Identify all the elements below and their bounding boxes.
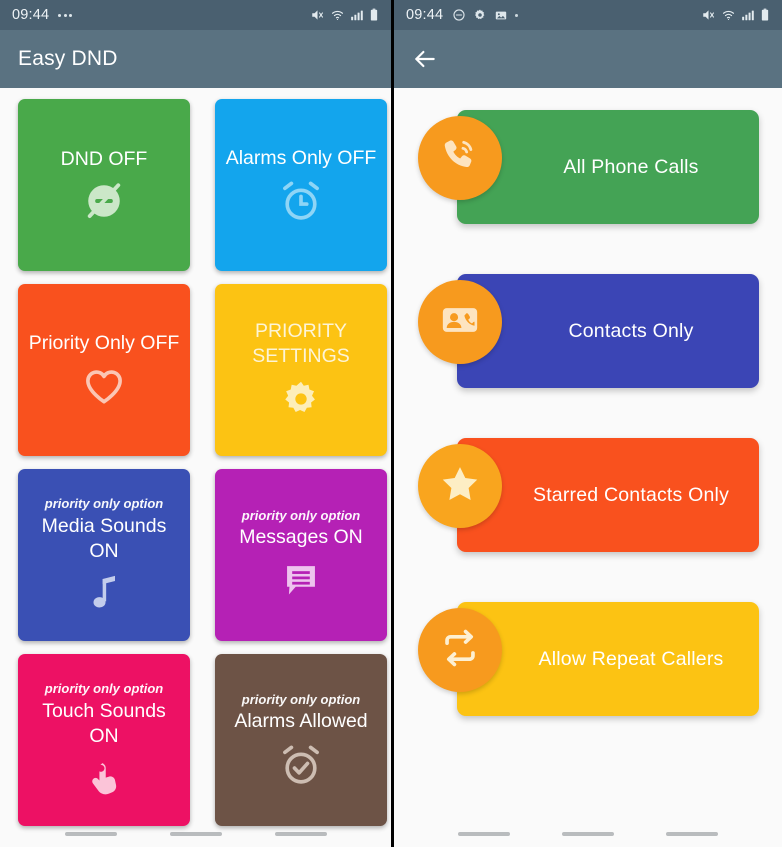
dual-screenshot-container: 09:44 Easy DND DND OFF Alarms Only OFF P… [0, 0, 782, 847]
card-allow-repeat-callers[interactable]: Allow Repeat Callers [394, 594, 782, 724]
wifi-icon [330, 8, 345, 22]
tile-sublabel: priority only option [44, 681, 164, 697]
music-note-icon [84, 572, 124, 614]
card-bar[interactable]: Contacts Only [457, 274, 759, 388]
card-all-phone-calls[interactable]: All Phone Calls [394, 102, 782, 232]
card-label: Starred Contacts Only [532, 483, 730, 506]
left-status-bar-icons [310, 8, 379, 22]
card-label: Contacts Only [568, 319, 694, 342]
mute-icon [701, 8, 716, 22]
page-title: Easy DND [18, 47, 118, 70]
card-bar[interactable]: All Phone Calls [457, 110, 759, 224]
dnd-tile-grid: DND OFF Alarms Only OFF Priority Only OF… [0, 88, 391, 826]
tile-sublabel: priority only option [241, 691, 361, 707]
right-status-bar-icons [701, 8, 770, 22]
tile-label: DND OFF [60, 147, 148, 170]
card-icon-badge [418, 608, 502, 692]
signal-bars-icon [741, 8, 755, 22]
tile-label: PRIORITY SETTINGS [252, 320, 350, 367]
left-status-bar: 09:44 [0, 0, 391, 30]
battery-icon [760, 8, 770, 22]
tile-alarms-allowed[interactable]: priority only option Alarms Allowed [215, 654, 387, 826]
tile-touch-sounds[interactable]: priority only option Touch Sounds ON [18, 654, 190, 826]
nav-recents-pill[interactable] [64, 832, 117, 836]
card-icon-badge [418, 116, 502, 200]
tile-priority-settings[interactable]: PRIORITY SETTINGS [215, 284, 387, 456]
status-bar-time: 09:44 [406, 7, 444, 23]
nav-back-pill[interactable] [666, 832, 718, 836]
alarm-clock-icon [278, 178, 324, 224]
phone-call-icon [439, 135, 481, 182]
left-screen: 09:44 Easy DND DND OFF Alarms Only OFF P… [0, 0, 391, 847]
card-contacts-only[interactable]: Contacts Only [394, 266, 782, 396]
back-arrow-icon[interactable] [412, 46, 438, 72]
nav-back-pill[interactable] [274, 832, 327, 836]
dnd-off-icon [82, 179, 126, 223]
wifi-icon [721, 8, 736, 22]
tile-sublabel: priority only option [44, 496, 164, 512]
right-nav-bar [394, 821, 782, 847]
tile-media-sounds[interactable]: priority only option Media Sounds ON [18, 469, 190, 641]
tile-dnd-off[interactable]: DND OFF [18, 99, 190, 271]
repeat-icon [439, 627, 481, 674]
tile-priority-only-off[interactable]: Priority Only OFF [18, 284, 190, 456]
tile-label: Messages ON [239, 526, 363, 549]
nav-home-pill[interactable] [562, 832, 614, 836]
card-bar[interactable]: Starred Contacts Only [457, 438, 759, 552]
card-icon-badge [418, 280, 502, 364]
tile-label: Alarms Only OFF [225, 146, 377, 169]
image-icon [494, 9, 508, 22]
card-bar[interactable]: Allow Repeat Callers [457, 602, 759, 716]
tile-messages[interactable]: priority only option Messages ON [215, 469, 387, 641]
gear-icon [279, 377, 323, 421]
tile-sublabel: priority only option [241, 507, 361, 523]
dnd-minus-circle-icon [452, 8, 466, 22]
more-dots-icon [58, 13, 73, 17]
card-label: Allow Repeat Callers [538, 647, 724, 670]
heart-icon [81, 363, 127, 409]
alarm-check-icon [278, 742, 324, 788]
right-app-bar [394, 30, 782, 88]
nav-recents-pill[interactable] [458, 832, 510, 836]
status-bar-time: 09:44 [12, 7, 50, 23]
touch-hand-icon [85, 757, 123, 799]
tile-label: Priority Only OFF [28, 331, 180, 354]
message-bubble-icon [279, 558, 323, 602]
tile-alarms-only-off[interactable]: Alarms Only OFF [215, 99, 387, 271]
left-app-bar: Easy DND [0, 30, 391, 88]
signal-bars-icon [350, 8, 364, 22]
mute-icon [310, 8, 325, 22]
dot-icon [515, 13, 519, 17]
star-icon [438, 462, 482, 511]
card-label: All Phone Calls [563, 155, 699, 178]
right-screen: 09:44 All Phone Calls Contacts Only Star… [391, 0, 782, 847]
battery-icon [369, 8, 379, 22]
card-icon-badge [418, 444, 502, 528]
contact-card-icon [439, 299, 481, 346]
nav-home-pill[interactable] [169, 832, 222, 836]
right-status-notification-icons [452, 8, 519, 22]
card-starred-contacts-only[interactable]: Starred Contacts Only [394, 430, 782, 560]
tile-label: Alarms Allowed [234, 710, 368, 733]
right-status-bar: 09:44 [394, 0, 782, 30]
tile-label: Touch Sounds ON [42, 699, 166, 747]
tile-label: Media Sounds ON [41, 514, 167, 562]
priority-options-list: All Phone Calls Contacts Only Starred Co… [394, 88, 782, 724]
gear-icon [473, 8, 487, 22]
